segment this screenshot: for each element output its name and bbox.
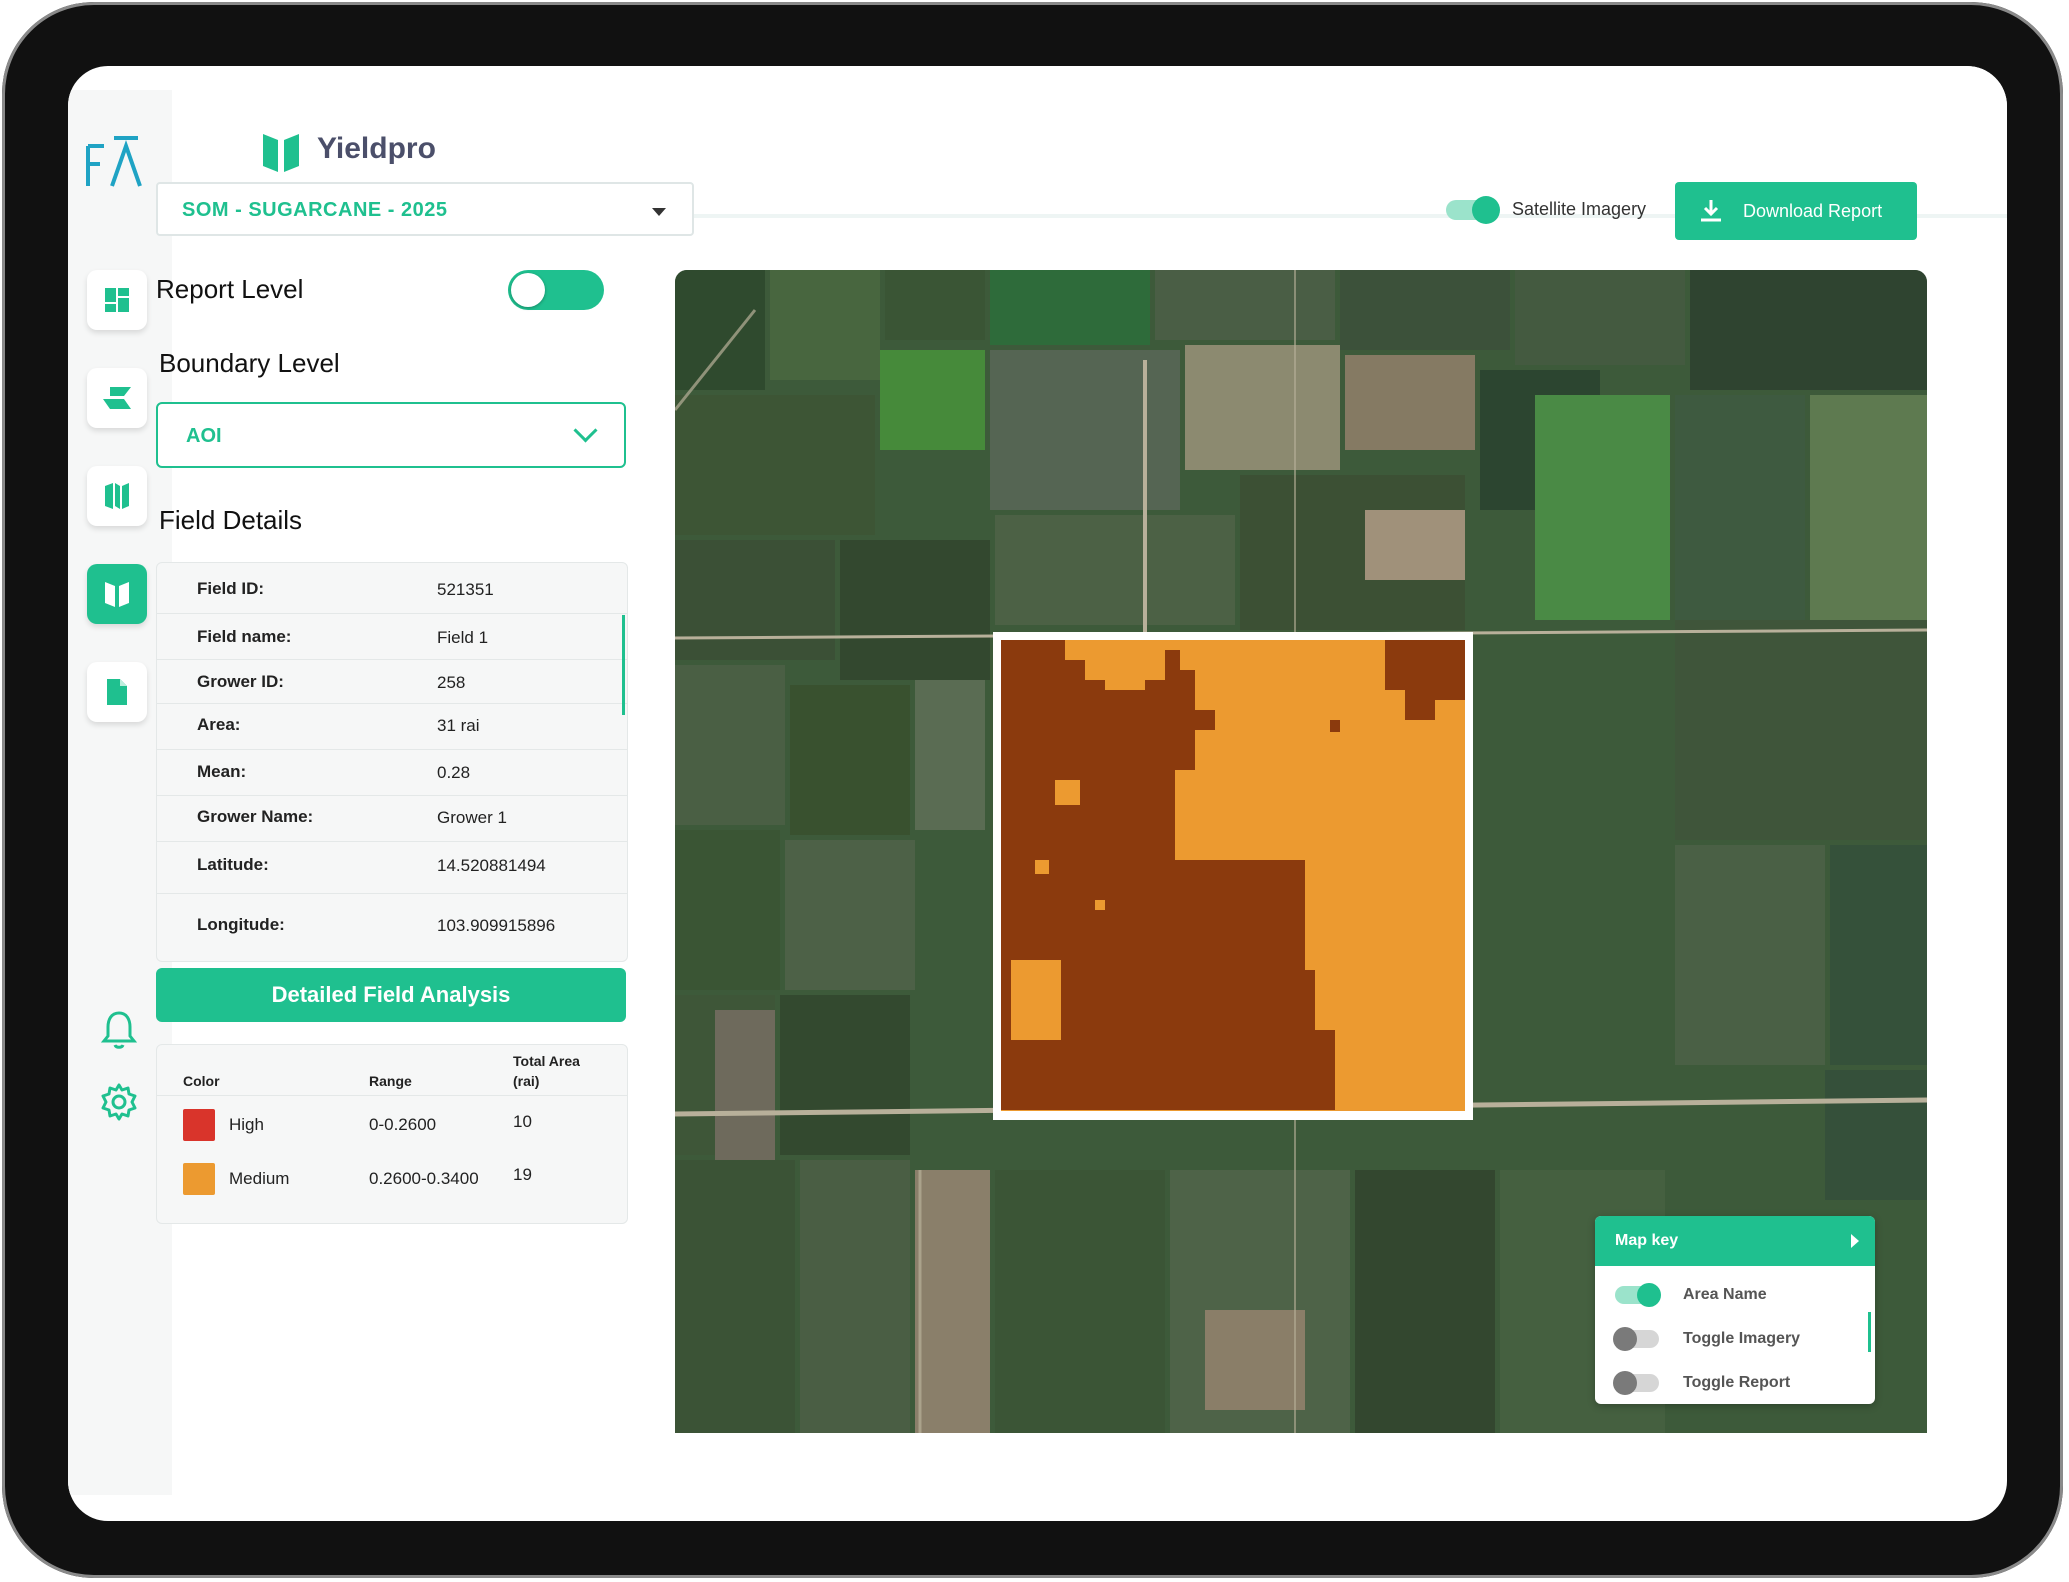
legend-table: Color Range Total Area (rai) High 0-0.26… <box>156 1044 628 1224</box>
field-details-title: Field Details <box>159 505 303 535</box>
legend-header-area-unit: (rai) <box>513 1073 540 1089</box>
field-value: 31 rai <box>437 716 480 735</box>
swatch-high <box>183 1109 215 1141</box>
field-value: 14.520881494 <box>437 856 546 875</box>
legend-range: 0.2600-0.3400 <box>369 1169 479 1188</box>
toggle-knob <box>511 273 545 307</box>
detailed-field-analysis-button[interactable]: Detailed Field Analysis <box>156 968 626 1022</box>
legend-label: Medium <box>229 1169 290 1188</box>
legend-header-color: Color <box>183 1073 220 1089</box>
document-icon <box>107 679 127 705</box>
boundary-level-select[interactable]: AOI <box>156 402 626 468</box>
field-value: Field 1 <box>437 628 489 647</box>
sidebar-item-dashboard[interactable] <box>87 270 147 330</box>
legend-range: 0-0.2600 <box>369 1115 437 1134</box>
table-row: Grower Name: Grower 1 <box>157 795 627 842</box>
toggle-knob <box>1472 196 1500 224</box>
satellite-imagery-toggle[interactable] <box>1446 196 1500 224</box>
imagery-toggle[interactable] <box>1613 1327 1659 1351</box>
map-key-item-report: Toggle Report <box>1613 1368 1865 1398</box>
field-value: Grower 1 <box>437 808 507 827</box>
legend-header-area: Total Area <box>513 1053 580 1069</box>
map-key-label: Area Name <box>1683 1286 1767 1303</box>
satellite-imagery-label: Satellite Imagery <box>1512 199 1647 219</box>
layers-icon <box>103 387 131 409</box>
sidebar-item-yield-map[interactable] <box>87 564 147 624</box>
chevron-down-icon <box>573 418 598 443</box>
table-row: Grower ID: 258 <box>157 659 627 704</box>
legend-area: 19 <box>513 1165 532 1184</box>
field-key: Area: <box>197 715 241 734</box>
bell-icon[interactable] <box>97 1008 141 1052</box>
field-key: Mean: <box>197 762 247 781</box>
field-boundary <box>993 632 1473 1120</box>
table-row: Field ID: 521351 <box>157 563 627 614</box>
sidebar-item-reports[interactable] <box>87 662 147 722</box>
report-level-toggle[interactable] <box>508 270 604 310</box>
toggle-knob <box>1637 1283 1661 1307</box>
map-key-item-imagery: Toggle Imagery <box>1613 1324 1865 1354</box>
report-toggle[interactable] <box>1613 1371 1659 1395</box>
table-row: Latitude: 14.520881494 <box>157 841 627 894</box>
area-name-toggle[interactable] <box>1615 1283 1661 1307</box>
field-key: Grower ID: <box>197 672 284 691</box>
sidebar-item-map[interactable] <box>87 466 147 526</box>
table-row: Field name: Field 1 <box>157 613 627 660</box>
tablet-frame: Yieldpro SOM - SUGARCANE - 2025 Report L… <box>2 2 2063 1578</box>
field-key: Field ID: <box>197 579 265 598</box>
field-key: Longitude: <box>197 915 285 934</box>
swatch-medium <box>183 1163 215 1195</box>
yieldpro-logo-icon <box>263 134 299 172</box>
fa-logo <box>86 136 142 187</box>
toggle-knob <box>1613 1327 1637 1351</box>
caret-down-icon <box>652 208 666 216</box>
field-details-table: Field ID: 521351 Field name: Field 1 Gro… <box>156 562 628 962</box>
download-report-label: Download Report <box>1743 201 1883 221</box>
map-key-panel: Map key Area Name Toggle Imagery Toggle … <box>1595 1216 1875 1404</box>
legend-area: 10 <box>513 1112 532 1131</box>
boundary-level-value: AOI <box>186 425 222 447</box>
scrollbar[interactable] <box>622 615 625 715</box>
gear-icon[interactable] <box>97 1080 141 1124</box>
table-row: Mean: 0.28 <box>157 749 627 796</box>
map-icon <box>105 483 129 509</box>
scrollbar[interactable] <box>1868 1312 1871 1352</box>
brand-name: Yieldpro <box>317 132 436 165</box>
field-value: 258 <box>437 673 466 692</box>
report-level-label: Report Level <box>156 274 304 304</box>
boundary-level-label: Boundary Level <box>159 348 340 378</box>
toggle-knob <box>1613 1371 1637 1395</box>
map-key-item-area-name: Area Name <box>1615 1280 1865 1310</box>
download-icon <box>1701 200 1721 222</box>
legend-label: High <box>229 1115 264 1134</box>
field-key: Field name: <box>197 627 292 646</box>
table-row: Area: 31 rai <box>157 703 627 750</box>
field-value: 521351 <box>437 580 494 599</box>
field-key: Latitude: <box>197 855 269 874</box>
field-value: 0.28 <box>437 763 471 782</box>
map-key-label: Toggle Report <box>1683 1374 1791 1391</box>
dashboard-icon <box>105 288 129 312</box>
season-select[interactable]: SOM - SUGARCANE - 2025 <box>156 182 694 236</box>
legend-header-range: Range <box>369 1073 412 1089</box>
download-report-button[interactable]: Download Report <box>1675 182 1917 240</box>
table-row: Longitude: 103.909915896 <box>157 893 627 961</box>
field-key: Grower Name: <box>197 807 314 826</box>
map-key-header[interactable]: Map key <box>1595 1216 1875 1266</box>
divider <box>157 1095 627 1096</box>
yield-map-icon <box>105 582 129 607</box>
map-key-label: Toggle Imagery <box>1683 1330 1801 1347</box>
field-value: 103.909915896 <box>437 916 556 935</box>
sidebar-item-layers[interactable] <box>87 368 147 428</box>
chevron-right-icon[interactable] <box>1851 1234 1859 1248</box>
season-select-value: SOM - SUGARCANE - 2025 <box>182 199 448 221</box>
map-key-title: Map key <box>1615 1232 1679 1249</box>
